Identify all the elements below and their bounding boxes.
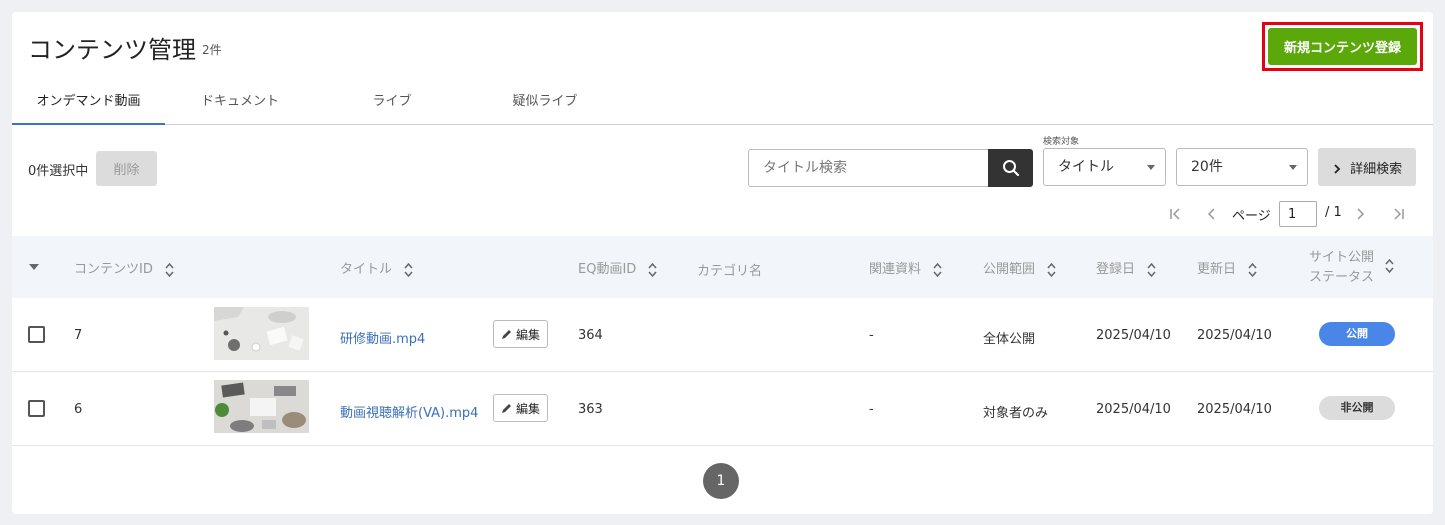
tab-on-demand[interactable]: オンデマンド動画 (12, 88, 165, 125)
row-eq-video-id: 363 (578, 402, 603, 417)
chevron-down-icon (1289, 165, 1297, 170)
column-content-id[interactable]: コンテンツID (74, 258, 174, 278)
chevron-down-icon (1147, 165, 1155, 170)
sort-icon (404, 262, 413, 277)
page-number-input[interactable] (1279, 201, 1317, 227)
search-target-value: タイトル (1058, 159, 1114, 175)
sort-icon (1248, 262, 1257, 277)
column-site-status[interactable]: サイト公開 ステータス (1309, 248, 1374, 288)
content-tabs: オンデマンド動画 ドキュメント ライブ 疑似ライブ (12, 88, 1433, 125)
row-scope: 対象者のみ (983, 406, 1049, 421)
search-target-select[interactable]: タイトル (1043, 148, 1166, 186)
row-updated: 2025/04/10 (1197, 328, 1272, 343)
page-label: ページ (1232, 209, 1271, 224)
edit-button[interactable]: 編集 (493, 394, 548, 422)
content-title-link[interactable]: 研修動画.mp4 (340, 328, 425, 347)
first-page-icon[interactable] (1168, 202, 1184, 226)
pencil-icon (501, 330, 511, 339)
new-content-button[interactable]: 新規コンテンツ登録 (1268, 28, 1417, 65)
column-title[interactable]: タイトル (340, 258, 413, 278)
row-created: 2025/04/10 (1096, 328, 1171, 343)
row-checkbox[interactable] (28, 326, 45, 343)
table-row: 7 研修動画.mp4 編集 364 - 全体公開 2025/04/10 2025… (12, 299, 1433, 372)
content-count: 2件 (202, 43, 222, 57)
column-related-docs[interactable]: 関連資料 (869, 258, 942, 278)
chevron-right-icon (1334, 164, 1341, 174)
edit-button[interactable]: 編集 (493, 320, 548, 348)
column-created[interactable]: 登録日 (1096, 258, 1156, 278)
row-related-docs: - (869, 328, 874, 343)
status-badge: 公開 (1319, 322, 1395, 346)
page-title: コンテンツ管理 (28, 36, 196, 64)
pagination-page-1[interactable]: 1 (703, 463, 739, 499)
advanced-search-button[interactable]: 詳細検索 (1318, 148, 1416, 186)
row-checkbox[interactable] (28, 400, 45, 417)
tab-live[interactable]: ライブ (352, 88, 432, 125)
column-updated[interactable]: 更新日 (1197, 258, 1257, 278)
sort-icon (165, 262, 174, 277)
selected-count: 0件選択中 (28, 164, 89, 179)
tab-document[interactable]: ドキュメント (180, 88, 300, 125)
column-scope[interactable]: 公開範囲 (983, 258, 1056, 278)
sort-icon[interactable] (1385, 258, 1394, 274)
page-total: / 1 (1325, 205, 1342, 220)
thumbnail-image (214, 307, 309, 360)
table-row: 6 動画視聴解析(VA).mp4 編集 363 - 対象者のみ 2025/04/… (12, 373, 1433, 446)
title-search-input[interactable] (748, 149, 988, 187)
per-page-select[interactable]: 20件 (1176, 148, 1308, 186)
sort-icon (1047, 262, 1056, 277)
search-target-label: 検索対象 (1043, 137, 1080, 147)
content-card: コンテンツ管理 2件 新規コンテンツ登録 オンデマンド動画 ドキュメント ライブ… (12, 12, 1433, 514)
pencil-icon (501, 404, 511, 413)
search-icon (1002, 160, 1019, 177)
select-all-dropdown-icon[interactable] (29, 263, 39, 271)
status-badge: 非公開 (1319, 396, 1395, 420)
row-eq-video-id: 364 (578, 328, 603, 343)
row-content-id: 7 (74, 328, 83, 343)
row-related-docs: - (869, 402, 874, 417)
thumbnail-image (214, 380, 309, 433)
new-content-button-highlight: 新規コンテンツ登録 (1262, 22, 1423, 71)
advanced-search-label: 詳細検索 (1350, 161, 1403, 177)
column-category: カテゴリ名 (697, 264, 763, 279)
row-created: 2025/04/10 (1096, 402, 1171, 417)
column-eq-video-id[interactable]: EQ動画ID (578, 258, 658, 278)
table-header: コンテンツID タイトル EQ動画ID カテゴリ名 関連資料 公開範囲 登録日 … (12, 236, 1433, 298)
sort-icon (1147, 262, 1156, 277)
content-title-link[interactable]: 動画視聴解析(VA).mp4 (340, 402, 478, 421)
next-page-icon[interactable] (1354, 202, 1366, 226)
row-updated: 2025/04/10 (1197, 402, 1272, 417)
sort-icon (648, 262, 658, 277)
search-button[interactable] (988, 149, 1033, 187)
row-content-id: 6 (74, 402, 83, 417)
tab-pseudo-live[interactable]: 疑似ライブ (495, 88, 595, 125)
delete-button[interactable]: 削除 (96, 151, 157, 186)
sort-icon (933, 262, 942, 277)
row-scope: 全体公開 (983, 332, 1036, 347)
per-page-value: 20件 (1191, 159, 1223, 175)
prev-page-icon[interactable] (1206, 202, 1218, 226)
last-page-icon[interactable] (1390, 202, 1406, 226)
